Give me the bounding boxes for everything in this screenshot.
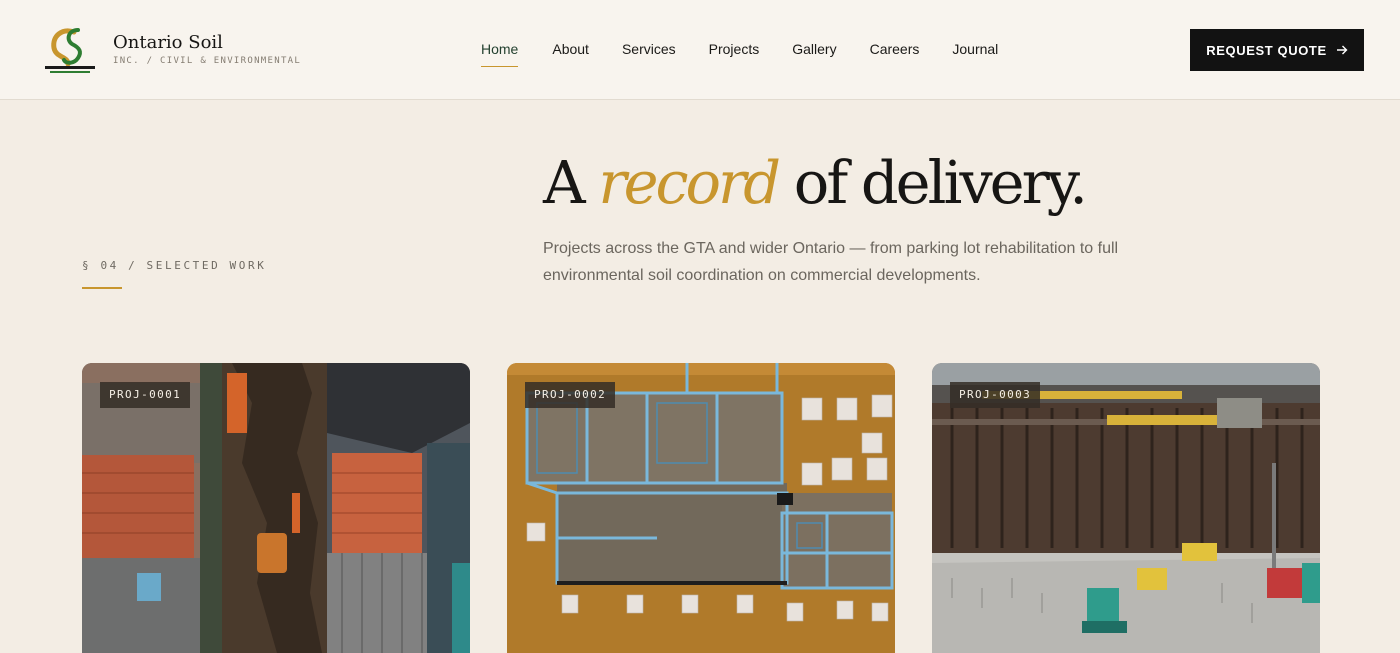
- nav-services[interactable]: Services: [622, 41, 676, 61]
- ontario-soil-logo[interactable]: [44, 26, 96, 76]
- nav-home[interactable]: Home: [481, 41, 519, 67]
- nav-about[interactable]: About: [552, 41, 589, 61]
- nav-gallery[interactable]: Gallery: [792, 41, 836, 61]
- project-id-tag: PROJ-0002: [525, 382, 616, 408]
- project-card[interactable]: PROJ-0001: [82, 363, 470, 653]
- project-id-tag: PROJ-0003: [950, 382, 1041, 408]
- brand-name[interactable]: Ontario Soil: [113, 32, 223, 53]
- section-eyebrow: § 04 / SELECTED WORK: [82, 259, 267, 272]
- nav-projects[interactable]: Projects: [709, 41, 760, 61]
- main-nav: Home About Services Projects Gallery Car…: [481, 41, 998, 67]
- arrow-right-icon: [1336, 45, 1348, 55]
- project-id-tag: PROJ-0001: [100, 382, 191, 408]
- project-card[interactable]: PROJ-0002: [507, 363, 895, 653]
- request-quote-label: REQUEST QUOTE: [1206, 42, 1327, 58]
- title-emphasis: record: [598, 148, 781, 217]
- eyebrow-divider: [82, 287, 122, 289]
- project-card[interactable]: PROJ-0003: [932, 363, 1320, 653]
- brand-subtitle: INC. / CIVIL & ENVIRONMENTAL: [113, 56, 302, 66]
- request-quote-button[interactable]: REQUEST QUOTE: [1190, 29, 1364, 71]
- section-title: A record of delivery.: [543, 148, 1088, 217]
- site-header: Ontario Soil INC. / CIVIL & ENVIRONMENTA…: [0, 0, 1400, 100]
- nav-journal[interactable]: Journal: [952, 41, 998, 61]
- nav-careers[interactable]: Careers: [870, 41, 920, 61]
- section-description: Projects across the GTA and wider Ontari…: [543, 240, 1119, 284]
